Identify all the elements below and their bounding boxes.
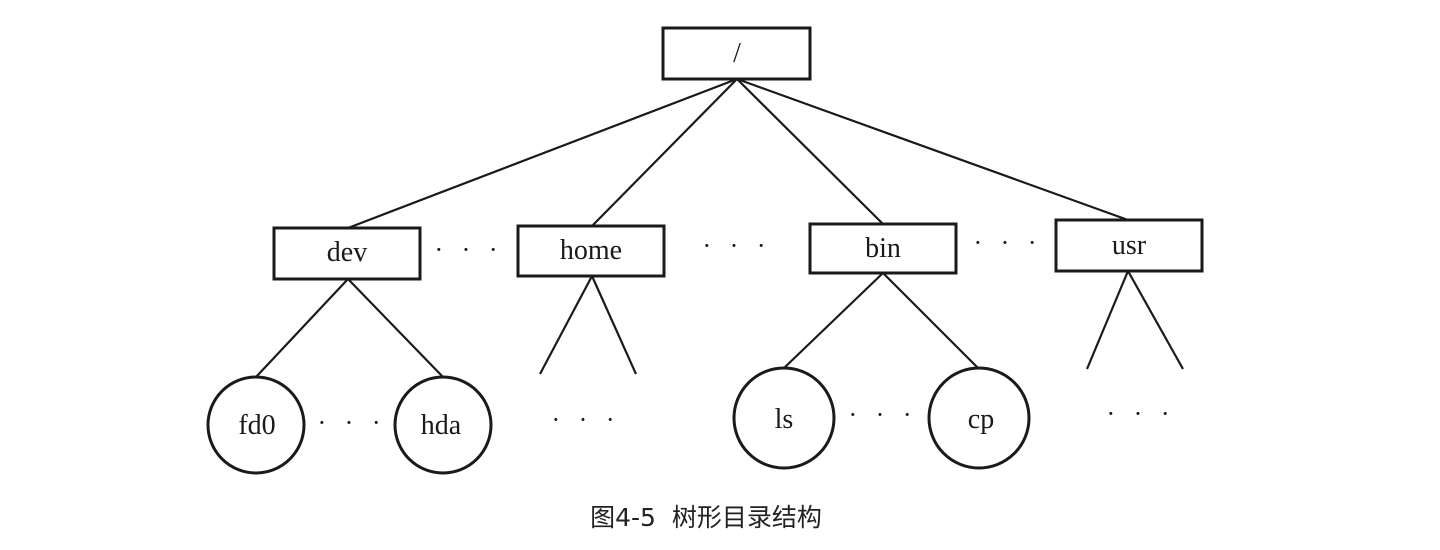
directory-label-dev: dev (327, 237, 367, 268)
root-label: / (733, 38, 741, 69)
edge-usr-right (1127, 270, 1184, 370)
directory-label-usr: usr (1112, 230, 1147, 261)
root-node: / (661, 26, 812, 81)
edge-home-right (590, 275, 638, 375)
directory-node-usr: usr (1054, 218, 1204, 273)
ellipsis-dev-home: · · · (435, 235, 504, 264)
ellipsis-home-bin: · · · (703, 231, 772, 260)
edge-home-left (539, 275, 593, 375)
file-node-hda: hda (393, 375, 493, 475)
directory-node-home: home (516, 224, 666, 278)
directory-label-bin: bin (865, 233, 901, 264)
edge-root-dev (347, 77, 738, 230)
directory-label-home: home (560, 235, 622, 266)
file-label-fd0: fd0 (238, 410, 275, 441)
file-node-cp: cp (927, 366, 1031, 470)
ellipsis-usr-children: · · · (1107, 399, 1176, 428)
file-label-hda: hda (421, 410, 462, 441)
tree-directory-diagram: / dev home bin usr · · · · · · · · · fd0… (206, 26, 1204, 532)
file-node-ls: ls (732, 366, 836, 470)
edge-dev-hda (347, 278, 444, 378)
file-label-cp: cp (968, 404, 994, 435)
edge-root-usr (736, 77, 1129, 222)
ellipsis-fd0-hda: · · · (318, 408, 387, 437)
edge-bin-cp (882, 272, 979, 369)
edge-bin-ls (783, 272, 884, 369)
directory-node-bin: bin (808, 222, 958, 275)
edge-root-bin (736, 78, 884, 225)
figure-caption: 图4-5 树形目录结构 (590, 503, 822, 532)
edge-dev-fd0 (255, 278, 349, 378)
edge-root-home (591, 78, 738, 227)
ellipsis-home-children: · · · (552, 405, 621, 434)
file-node-fd0: fd0 (206, 375, 306, 475)
edge-usr-left (1085, 270, 1130, 370)
file-label-ls: ls (775, 404, 794, 435)
ellipsis-ls-cp: · · · (849, 400, 918, 429)
ellipsis-bin-usr: · · · (974, 228, 1043, 257)
directory-node-dev: dev (272, 226, 422, 281)
